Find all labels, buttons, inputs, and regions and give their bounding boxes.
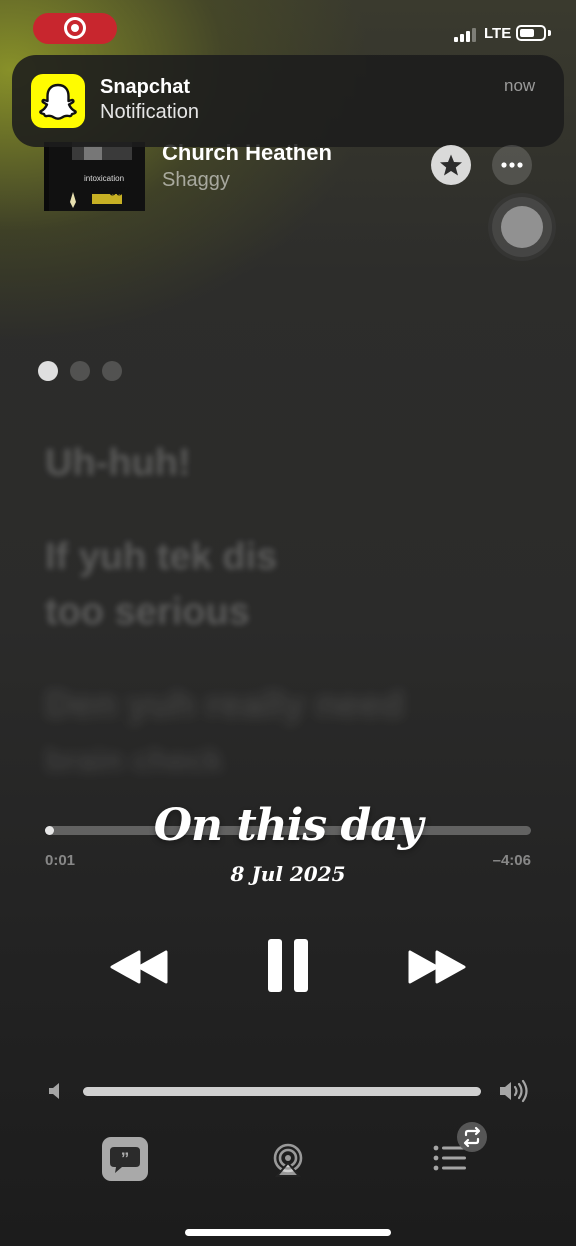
battery-tip <box>548 30 551 36</box>
previous-track-button[interactable] <box>108 935 170 995</box>
cellular-signal-icon <box>454 26 480 42</box>
lyric-line[interactable]: Den yuh really need brain check <box>45 678 404 788</box>
airplay-icon <box>273 1143 303 1177</box>
airplay-button[interactable] <box>268 1140 308 1180</box>
lyrics-button[interactable]: ” <box>102 1137 148 1181</box>
memory-date: 8 Jul 2025 <box>230 862 346 886</box>
repeat-icon <box>463 1126 481 1148</box>
artwork-subtitle: intoxication <box>84 174 125 183</box>
lyric-line-part: If yuh tek dis <box>45 536 278 578</box>
network-type: LTE <box>484 25 512 42</box>
volume-slider[interactable] <box>83 1087 481 1096</box>
star-icon <box>440 154 462 176</box>
favorite-button[interactable] <box>431 145 471 185</box>
volume-high-icon <box>498 1078 530 1104</box>
album-artwork[interactable]: intoxication Shaggy <box>44 142 145 211</box>
repeat-button[interactable] <box>457 1122 487 1152</box>
notification-app-name: Snapchat <box>100 76 191 98</box>
more-options-button[interactable] <box>492 145 532 185</box>
lyrics-quote-icon: ” <box>102 1137 148 1181</box>
page-dot-active[interactable] <box>38 361 58 381</box>
memory-title: On this day <box>153 800 424 851</box>
assistive-touch-knob <box>501 206 543 248</box>
lyric-line[interactable]: If yuh tek dis too serious <box>45 530 277 640</box>
pause-button[interactable] <box>262 935 314 995</box>
pause-icon <box>268 939 308 992</box>
record-icon <box>64 17 86 39</box>
volume-fill <box>83 1087 481 1096</box>
home-indicator[interactable] <box>185 1229 391 1236</box>
battery-icon <box>516 25 546 41</box>
snapchat-ghost-icon <box>31 74 85 128</box>
notification-banner[interactable] <box>12 55 564 147</box>
artwork-logo-text: Shaggy <box>90 184 130 196</box>
backward-icon <box>110 950 168 984</box>
page-dot[interactable] <box>70 361 90 381</box>
ellipsis-icon <box>501 162 523 168</box>
lyric-line-part: Den yuh really need <box>45 684 405 726</box>
forward-icon <box>408 950 466 984</box>
next-track-button[interactable] <box>406 935 468 995</box>
page-dot[interactable] <box>102 361 122 381</box>
svg-text:”: ” <box>121 1149 130 1168</box>
lyric-line[interactable]: Uh-huh! <box>45 436 191 491</box>
notification-time: now <box>504 76 536 95</box>
volume-low-icon <box>46 1080 64 1102</box>
notification-body: Notification <box>100 101 199 123</box>
artist-name[interactable]: Shaggy <box>162 169 230 192</box>
lyric-line-part: too serious <box>45 591 250 633</box>
lyric-line-part: brain check <box>45 742 223 778</box>
